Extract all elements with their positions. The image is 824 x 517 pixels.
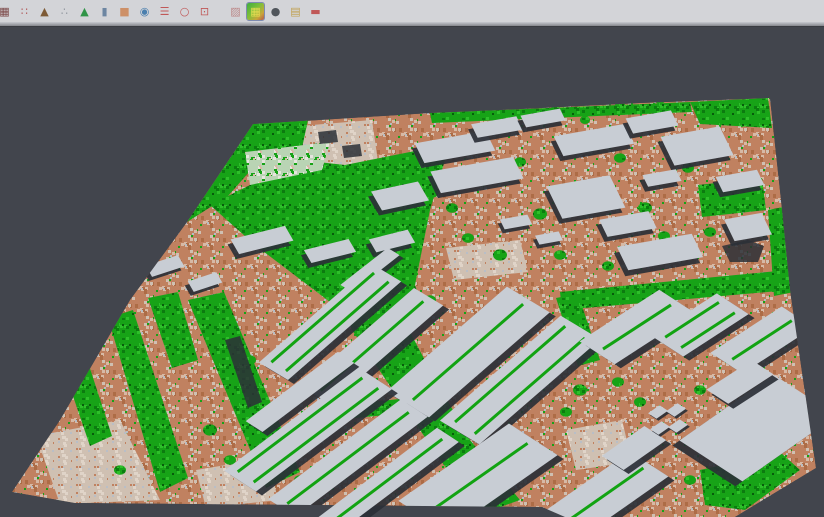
tin-model-icon[interactable]: ▲ (36, 3, 53, 20)
terrain-model-icon[interactable]: ▲ (76, 3, 93, 20)
profile-view-icon[interactable]: ▮ (96, 3, 113, 20)
circle-select-icon[interactable]: ○ (176, 3, 193, 20)
hut-shadow (318, 130, 338, 144)
crop-box-icon[interactable]: ⊡ (196, 3, 213, 20)
point-cloud-icon[interactable]: ∴ (56, 3, 73, 20)
clip-section-icon[interactable]: ▨ (227, 3, 244, 20)
hut-shadow (342, 144, 362, 158)
display-by-class-icon[interactable]: ▦ (247, 3, 264, 20)
application-window: ▦∷▲∴▲▮■◉☰○⊡▨▦●▤▬ (0, 0, 824, 517)
toolbar: ▦∷▲∴▲▮■◉☰○⊡▨▦●▤▬ (0, 0, 824, 22)
image-mosaic-icon[interactable]: ▦ (0, 3, 13, 20)
sphere-render-icon[interactable]: ● (267, 3, 284, 20)
3d-viewport[interactable] (0, 0, 824, 517)
toolbar-bevel (0, 22, 824, 27)
classify-points-icon[interactable]: ∷ (16, 3, 33, 20)
globe-view-icon[interactable]: ◉ (136, 3, 153, 20)
flag-marker-icon[interactable]: ▬ (307, 3, 324, 20)
point-cloud-render[interactable] (0, 0, 824, 517)
measure-grid-icon[interactable]: ▤ (287, 3, 304, 20)
orthophoto-icon[interactable]: ■ (116, 3, 133, 20)
layer-stack-icon[interactable]: ☰ (156, 3, 173, 20)
